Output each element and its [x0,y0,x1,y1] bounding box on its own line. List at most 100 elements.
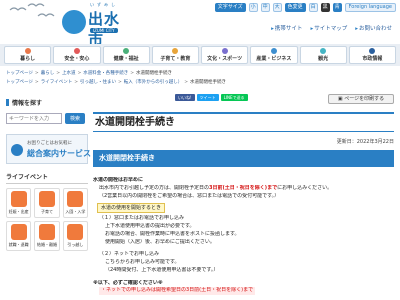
building-icon [270,48,277,54]
sitemap-link[interactable]: ▸サイトマップ [310,24,347,32]
breadcrumb-link[interactable]: トップページ [6,80,33,85]
facebook-like-button[interactable]: いいね! [175,94,195,101]
arrow-icon: ▸ [310,26,314,32]
logo-subtitle: IZUMI CITY [90,28,118,33]
page-title: 水道開閉栓手続き [93,112,394,132]
caution-heading: ※以下、必ずご確認ください※ [93,279,163,286]
section-heading: 水道開閉栓手続き [93,150,394,167]
contact-label: お問い合わせ [358,26,392,32]
article-body: 水道の開栓はお早めに 出水市内でお引越し予定の方は、開閉栓予定日の3日前(土日・… [93,177,394,295]
child-icon [172,48,179,54]
global-nav: 暮らし 安全・安心 健康・福祉 子育て・教育 文化・スポーツ 産業・ビジネス 観… [0,44,400,66]
breadcrumb: トップページ > ライフイベント > 引っ越し・住まい > 転入（市外からの引っ越し） > 水道… [6,80,227,85]
color-black-button[interactable]: 黒 [320,3,330,12]
search-heading: 情報を探す [6,95,88,110]
list-item: （１）窓口またはお電話でお申し込み [99,215,185,222]
life-event-label: 妊娠・出産 [8,209,29,214]
life-event-marriage[interactable]: 結婚・離婚 [34,221,60,251]
print-label: ページを印刷する [344,96,385,102]
life-event-heading: ライフイベント [6,172,88,184]
breadcrumb-link[interactable]: 転入（市外からの引っ越し） [124,80,183,85]
nav-item-health[interactable]: 健康・福祉 [102,46,150,64]
paragraph-line: 出水市内でお引越し予定の方は、開閉栓予定日の3日前(土日・祝日を除く)までにお申… [93,185,394,193]
life-event-label: 子育て [40,209,53,214]
life-event-employment[interactable]: 就職・退職 [6,221,32,251]
color-change-label: 色変更 [284,3,306,12]
nav-item-business[interactable]: 産業・ビジネス [250,46,298,64]
nav-item-tourism[interactable]: 観光 [299,46,347,64]
life-event-label: 入園・入学 [65,209,86,214]
search-input[interactable] [6,113,62,124]
breadcrumb-link[interactable]: ライフイベント [41,80,73,85]
nav-item-living[interactable]: 暮らし [4,46,52,64]
search-form: 検索 [6,113,88,124]
shield-icon [73,48,80,54]
life-event-school[interactable]: 入園・入学 [62,188,88,218]
site-header: いずみし 出水市 IZUMI CITY 文字サイズ 小 中 大 色変更 白 黒 … [0,0,400,49]
nav-item-culture[interactable]: 文化・スポーツ [201,46,249,64]
text-segment: にお申し込みください。 [277,184,333,191]
search-button[interactable]: 検索 [65,113,85,124]
online-apply-link[interactable]: こちらからお申し込み可能です。 [93,259,394,267]
paragraph-line: （2営業日以内の開閉栓をご希望の場合は、窓口または電話での受付可能です。） [99,192,280,199]
life-event-label: 引っ越し [67,242,84,247]
breadcrumb-current: 水道開閉栓手続き [190,80,227,85]
life-event-childcare[interactable]: 子育て [34,188,60,218]
search-heading-label: 情報を探す [12,100,43,107]
contact-link[interactable]: ▸お問い合わせ [355,24,392,32]
list-item: 使用開始（入居）後、お早めにご提出ください。 [105,238,215,245]
stroller-icon [38,191,55,207]
life-event-label: 就職・退職 [8,242,29,247]
print-button[interactable]: ▣ ページを印刷する [328,94,394,104]
foreign-language-button[interactable]: Foreign language [344,3,396,12]
updated-date: 更新日：2022年3月22日 [336,139,394,145]
text-segment: 出水市内でお引越し予定の方は、開閉栓予定日の [99,184,210,191]
nav-label: 暮らし [20,56,36,62]
color-blue-button[interactable]: 青 [332,3,342,12]
mobile-site-link[interactable]: ▸携帯サイト [271,24,302,32]
breadcrumb: トップページ > 暮らし > 上水道 > 水道料金・各種手続き > 水道開閉栓手続き [6,71,173,76]
truck-icon [67,224,84,240]
concierge-icon [11,144,23,156]
guide-service-title: 総合案内サービス [27,149,91,158]
sidebar: 情報を探す 検索 お困りごとはお気軽に 総合案内サービス ライフイベント 妊娠・… [6,95,91,251]
backpack-icon [67,191,84,207]
color-white-button[interactable]: 白 [308,3,318,12]
caution-line: ・ネットでの申し込みは開栓希望日の3日前(土日・祝日を除く)まで [99,287,256,295]
heading-bar-icon [6,99,9,106]
life-event-label: 結婚・離婚 [36,242,57,247]
life-event-grid: 妊娠・出産 子育て 入園・入学 就職・退職 結婚・離婚 引っ越し [6,188,88,251]
nav-item-safety[interactable]: 安全・安心 [53,46,101,64]
breadcrumb-link[interactable]: 上水道 [62,71,76,76]
nav-label: 市政情報 [362,56,383,62]
font-size-small-button[interactable]: 小 [248,3,258,12]
house-icon [24,48,31,54]
city-hall-icon [369,48,376,54]
life-event-pregnancy[interactable]: 妊娠・出産 [6,188,32,218]
mobile-site-label: 携帯サイト [274,26,303,32]
site-logo[interactable]: いずみし 出水市 IZUMI CITY [60,2,130,49]
briefcase-icon [10,224,27,240]
breadcrumb-link[interactable]: 引っ越し・住まい [80,80,116,85]
life-event-moving[interactable]: 引っ越し [62,221,88,251]
nav-label: 文化・スポーツ [207,56,243,62]
tweet-button[interactable]: ツイート [196,94,219,101]
breadcrumb-link[interactable]: 水道料金・各種手続き [83,71,128,76]
camera-icon [320,48,327,54]
guide-service-banner[interactable]: お困りごとはお気軽に 総合案内サービス [6,134,91,164]
share-buttons: いいね! ツイート LINEで送る [175,94,248,101]
nav-item-childcare[interactable]: 子育て・教育 [151,46,199,64]
nav-label: 健康・福祉 [113,56,139,62]
nav-item-city-info[interactable]: 市政情報 [348,46,396,64]
breadcrumb-link[interactable]: 暮らし [41,71,55,76]
breadcrumb-link[interactable]: トップページ [6,71,33,76]
font-size-medium-button[interactable]: 中 [260,3,270,12]
header-links: ▸携帯サイト ▸サイトマップ ▸お問い合わせ [271,24,392,32]
heart-icon [123,48,130,54]
deadline-highlight: 3日前(土日・祝日を除く)まで [209,184,278,191]
arrow-icon: ▸ [355,26,358,32]
culture-icon [221,48,228,54]
nav-label: 産業・ビジネス [256,56,292,62]
font-size-large-button[interactable]: 大 [272,3,282,12]
line-share-button[interactable]: LINEで送る [220,94,248,101]
